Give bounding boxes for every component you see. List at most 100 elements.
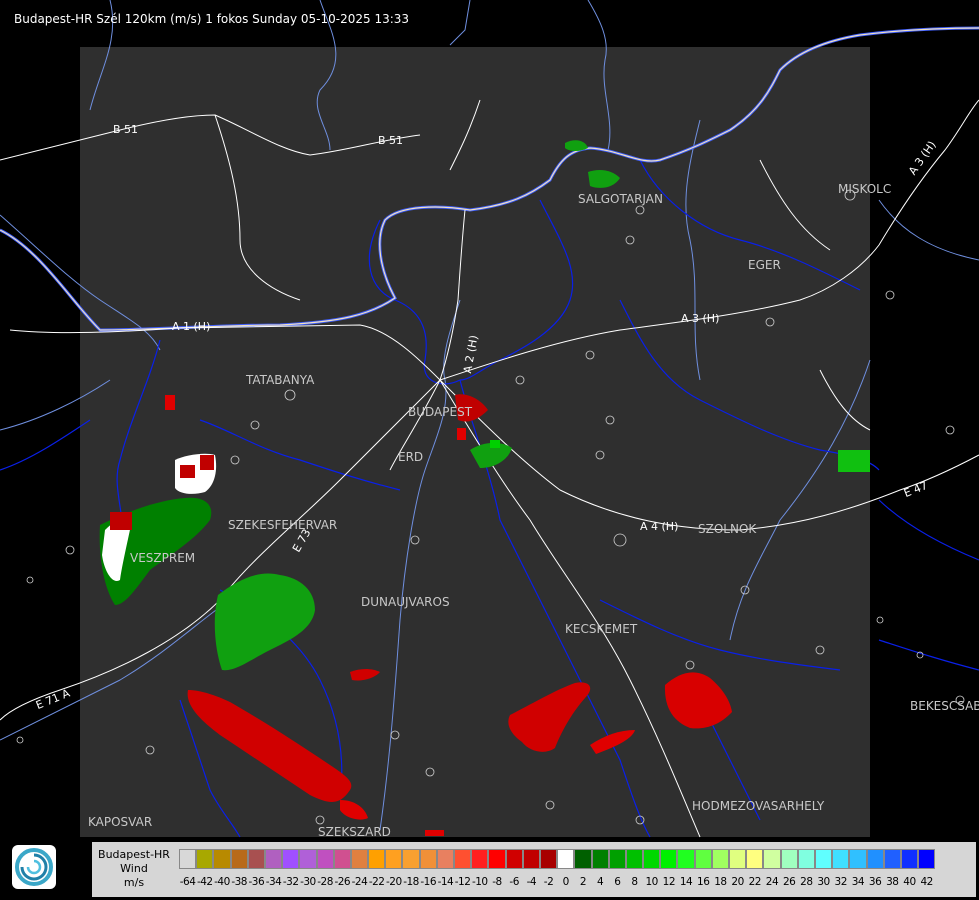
legend-tick-label: -38: [231, 876, 247, 888]
legend-swatch: [264, 849, 283, 869]
legend-swatch: [333, 849, 351, 869]
legend-tick-label: -28: [317, 876, 333, 888]
legend-swatch: [866, 849, 884, 869]
legend-tick-label: 12: [662, 876, 676, 888]
legend-tick-label: 10: [645, 876, 658, 888]
legend-swatch: [660, 849, 678, 869]
legend-tick-label: -14: [437, 876, 454, 888]
swirl-icon: [15, 848, 53, 886]
place-label-salgotarjan: SALGOTARJAN: [578, 192, 663, 206]
legend-swatch: [522, 849, 540, 869]
legend-swatch: [797, 849, 815, 869]
legend-tick-label: -22: [368, 876, 385, 888]
legend-swatch: [694, 849, 712, 869]
legend-tick-label: -4: [526, 876, 537, 888]
legend-swatch: [282, 849, 300, 869]
place-label-szekszard: SZEKSZARD: [318, 825, 391, 839]
legend-tick-label: 4: [597, 876, 604, 888]
legend-tick-label: 32: [834, 876, 848, 888]
legend-swatches: [179, 849, 936, 869]
legend-swatch: [711, 849, 729, 869]
legend-tick-label: 36: [868, 876, 882, 888]
legend-swatch: [196, 849, 214, 869]
legend-swatch: [454, 849, 472, 869]
legend-tick-label: -24: [351, 876, 368, 888]
legend-tick-label: 0: [562, 876, 570, 888]
legend-swatch: [591, 849, 609, 869]
legend-tick-label: -42: [196, 876, 213, 888]
place-label-miskolc: MISKOLC: [838, 182, 892, 196]
legend-swatch: [608, 849, 626, 869]
legend-swatch: [230, 849, 248, 869]
legend-line-product: Wind: [120, 862, 148, 875]
legend-swatch: [213, 849, 231, 869]
legend-tick-label: -34: [265, 876, 282, 888]
legend-tick-label: 14: [679, 876, 693, 888]
legend-tick-label: -8: [492, 876, 502, 888]
place-label-hodmezovasarhely: HODMEZOVASARHELY: [692, 799, 825, 813]
place-label-dunaujvaros: DUNAUJVAROS: [361, 595, 450, 609]
place-label-budapest: BUDAPEST: [408, 405, 473, 419]
legend-tick-label: 16: [697, 876, 710, 888]
legend-tick-label: 8: [631, 876, 638, 888]
legend-tick-label: 28: [800, 876, 813, 888]
legend-tick-label: 40: [903, 876, 916, 888]
map-title: Budapest-HR Szél 120km (m/s) 1 fokos Sun…: [14, 12, 410, 26]
legend-swatch: [574, 849, 592, 869]
legend-tick-label: 22: [748, 876, 762, 888]
legend-swatch: [368, 849, 386, 869]
legend-tick-label: 26: [782, 876, 796, 888]
legend-swatch: [900, 849, 919, 869]
legend-swatch: [299, 849, 317, 869]
legend-tick-label: 18: [714, 876, 727, 888]
legend-tick-label: -10: [471, 876, 488, 888]
road-label-a1: A 1 (H): [172, 320, 211, 333]
legend-tick-label: -36: [248, 876, 265, 888]
legend-line-radar: Budapest-HR: [98, 848, 170, 861]
legend-tick-labels: -64 -42 -40 -38 -36 -34 -32 -30 -28 -26 -24 -22 -20-…: [179, 876, 935, 890]
legend-title: Budapest-HR Wind m/s: [92, 842, 176, 897]
road-label-b51-right: B 51: [378, 134, 404, 147]
legend-swatch: [350, 849, 369, 869]
legend-tick-label: 6: [614, 876, 621, 888]
place-label-bekescsaba: BEKESCSABA: [910, 699, 979, 713]
color-legend: Budapest-HR Wind m/s -64 -42 -40 -38 -36 -34-…: [92, 842, 976, 897]
legend-tick-label: 34: [851, 876, 865, 888]
legend-swatch: [419, 849, 437, 869]
legend-tick-label: 30: [817, 876, 830, 888]
place-label-szekesfehervar: SZEKESFEHERVAR: [228, 518, 338, 532]
road-label-a3: A 3 (H): [681, 312, 720, 325]
legend-tick-label: -32: [282, 876, 299, 888]
legend-swatch: [849, 849, 867, 869]
legend-tick-label: 2: [579, 876, 587, 888]
legend-tick-label: -40: [214, 876, 230, 888]
legend-swatch: [746, 849, 764, 869]
legend-swatch: [677, 849, 695, 869]
legend-tick-label: 38: [886, 876, 899, 888]
legend-swatch: [763, 849, 781, 869]
legend-swatch: [780, 849, 798, 869]
road-label-b51-left: B 51: [113, 123, 139, 136]
legend-swatch: [729, 849, 747, 869]
legend-swatch: [471, 849, 489, 869]
legend-tick-label: -30: [300, 876, 316, 888]
place-label-tatabanya: TATABANYA: [246, 373, 315, 387]
legend-swatch: [488, 849, 506, 869]
legend-line-unit: m/s: [123, 876, 145, 889]
legend-swatch: [832, 849, 850, 869]
legend-tick-label: -18: [403, 876, 419, 888]
road-label-a4: A 4 (H): [640, 520, 679, 533]
place-label-kaposvar: KAPOSVAR: [88, 815, 153, 829]
legend-tick-label: -64: [179, 876, 196, 888]
legend-swatch: [539, 849, 558, 869]
legend-swatch: [643, 849, 661, 869]
legend-tick-label: -16: [420, 876, 437, 888]
legend-swatch: [316, 849, 334, 869]
legend-tick-label: 24: [765, 876, 779, 888]
place-label-kecskemet: KECSKEMET: [565, 622, 638, 636]
legend-tick-label: -12: [454, 876, 471, 888]
place-label-erd: ERD: [398, 450, 424, 464]
radar-coverage-area: [80, 47, 870, 837]
legend-swatch: [814, 849, 833, 869]
legend-tick-label: 42: [920, 876, 933, 888]
